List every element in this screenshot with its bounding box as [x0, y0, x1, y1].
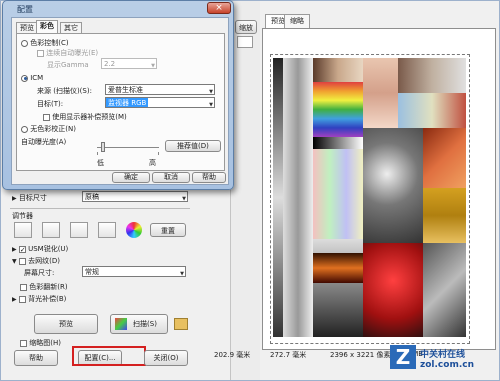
- continuous-exposure-checkbox[interactable]: [37, 49, 44, 57]
- recommend-button[interactable]: 推荐值(D): [165, 140, 221, 152]
- no-correction-option[interactable]: 无色彩校正(N): [21, 124, 76, 134]
- monitor-compensation-checkbox[interactable]: [43, 113, 50, 121]
- display-gamma-select[interactable]: 2.2 ▼: [101, 58, 157, 69]
- dialog-title: 配置: [17, 5, 33, 14]
- monitor-compensation-option[interactable]: 使用显示器补偿预览(M): [43, 112, 127, 122]
- exposure-slider-track[interactable]: [97, 147, 159, 148]
- auto-exposure-label: 自动曝光度(A): [21, 138, 67, 146]
- target-select[interactable]: 监视器 RGB ▼: [105, 97, 215, 108]
- color-tab-panel: 色彩控制(C) 连续自动曝光(E) 显示Gamma 2.2 ▼ ICM 来源 (扫…: [16, 33, 225, 171]
- color-control-option[interactable]: 色彩控制(C): [21, 38, 69, 48]
- icm-radio[interactable]: [21, 74, 28, 82]
- continuous-exposure-option[interactable]: 连续自动曝光(E): [37, 48, 98, 58]
- dialog-help-button[interactable]: 帮助: [192, 172, 226, 183]
- dialog-close-button[interactable]: ×: [207, 2, 231, 14]
- source-label: 来源 (扫描仪)(S):: [37, 87, 92, 95]
- config-dialog: 配置 × 预览 彩色 其它 色彩控制(C) 连续自动曝光(E) 显示Gamma …: [2, 0, 234, 190]
- target-label: 目标(T):: [37, 100, 64, 108]
- cancel-button[interactable]: 取消: [152, 172, 190, 183]
- color-control-radio[interactable]: [21, 39, 28, 47]
- dialog-body: 预览 彩色 其它 色彩控制(C) 连续自动曝光(E) 显示Gamma 2.2 ▼ …: [11, 17, 229, 185]
- slider-high-label: 高: [149, 159, 156, 167]
- exposure-slider-thumb[interactable]: [101, 142, 105, 152]
- slider-low-label: 低: [97, 159, 104, 167]
- display-gamma-label: 显示Gamma: [47, 61, 89, 69]
- tab-color[interactable]: 彩色: [36, 20, 58, 34]
- slider-ticks: [97, 152, 159, 155]
- ok-button[interactable]: 确定: [112, 172, 150, 183]
- close-icon: ×: [215, 3, 223, 13]
- no-correction-radio[interactable]: [21, 125, 28, 133]
- source-select[interactable]: 爱普生标准 ▼: [105, 84, 215, 95]
- icm-option[interactable]: ICM: [21, 74, 43, 82]
